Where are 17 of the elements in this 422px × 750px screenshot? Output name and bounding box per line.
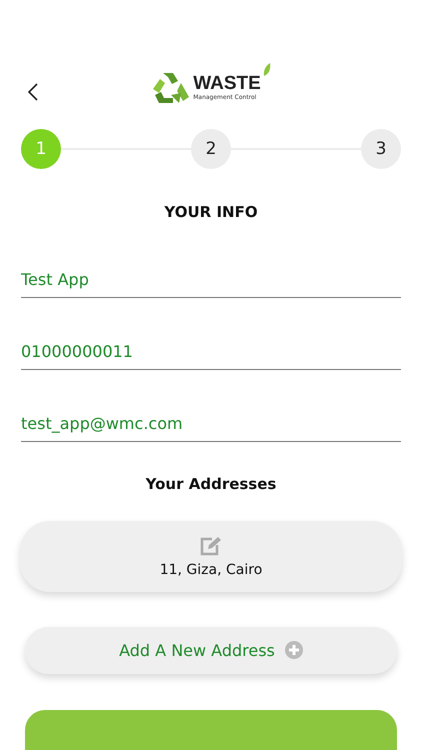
input-field[interactable]: 01000000011: [21, 333, 401, 370]
plus-icon: [284, 641, 303, 660]
recycle-icon: [151, 70, 192, 105]
edit-icon[interactable]: [200, 536, 222, 556]
step-indicator: 2: [191, 129, 231, 170]
add-address-button[interactable]: Add A New Address: [25, 626, 397, 674]
logo-title: WASTE: [193, 74, 261, 94]
address-text: 11, Giza, Cairo: [160, 562, 262, 578]
continue-button[interactable]: [25, 710, 397, 750]
step-indicator: 3: [361, 129, 401, 170]
address-card[interactable]: 11, Giza, Cairo: [20, 521, 402, 592]
section-title: YOUR INFO: [163, 203, 259, 222]
step-indicator: 1: [21, 129, 61, 170]
leaf-icon: [262, 62, 271, 77]
addresses-title: Your Addresses: [144, 475, 278, 494]
input-field[interactable]: Test App: [21, 261, 401, 298]
input-field[interactable]: test_app@wmc.com: [21, 405, 401, 442]
